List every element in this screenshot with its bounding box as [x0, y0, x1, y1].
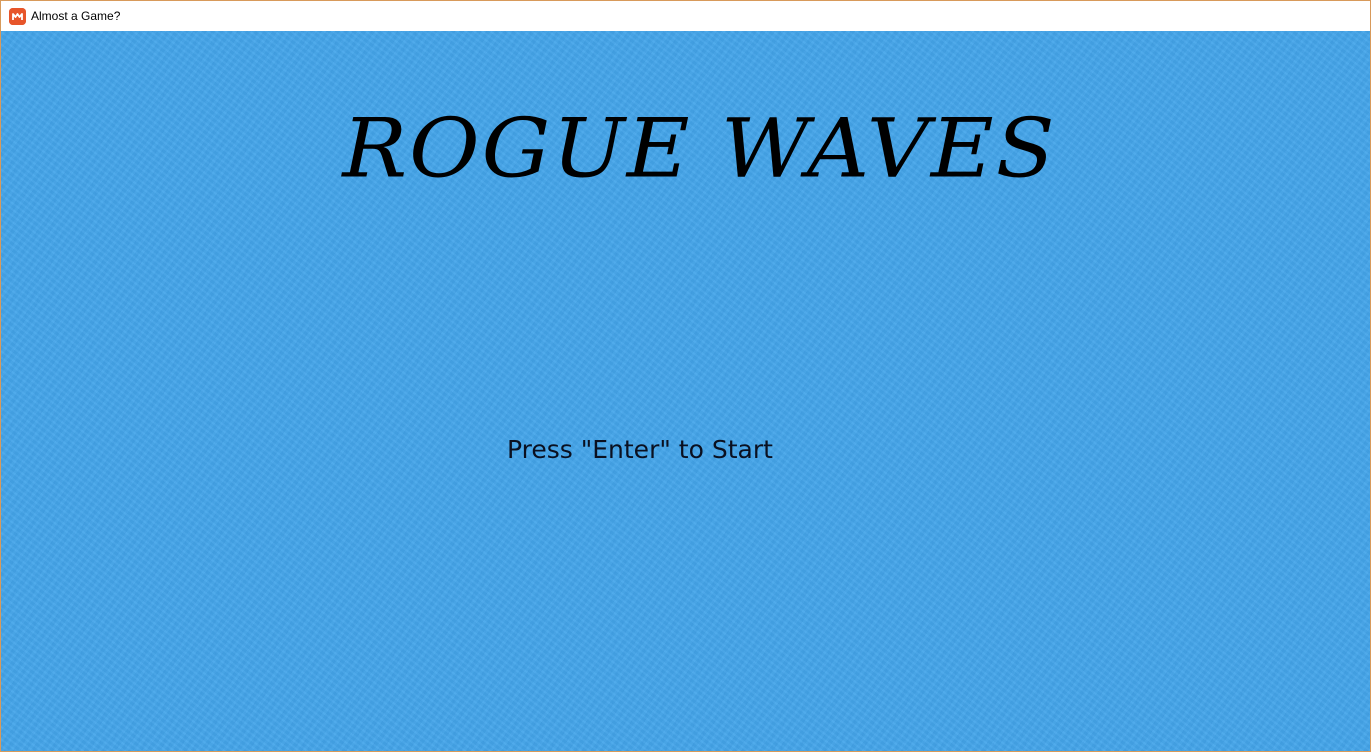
start-prompt: Press "Enter" to Start — [507, 435, 773, 464]
monogame-logo-icon — [9, 7, 26, 25]
game-title: ROGUE WAVES — [342, 101, 1057, 197]
game-canvas[interactable]: ROGUE WAVES Press "Enter" to Start — [1, 31, 1370, 751]
title-bar[interactable]: Almost a Game? — [1, 1, 1370, 31]
game-window: Almost a Game? ROGUE WAVES Press "Enter"… — [0, 0, 1371, 752]
window-title: Almost a Game? — [31, 9, 121, 23]
